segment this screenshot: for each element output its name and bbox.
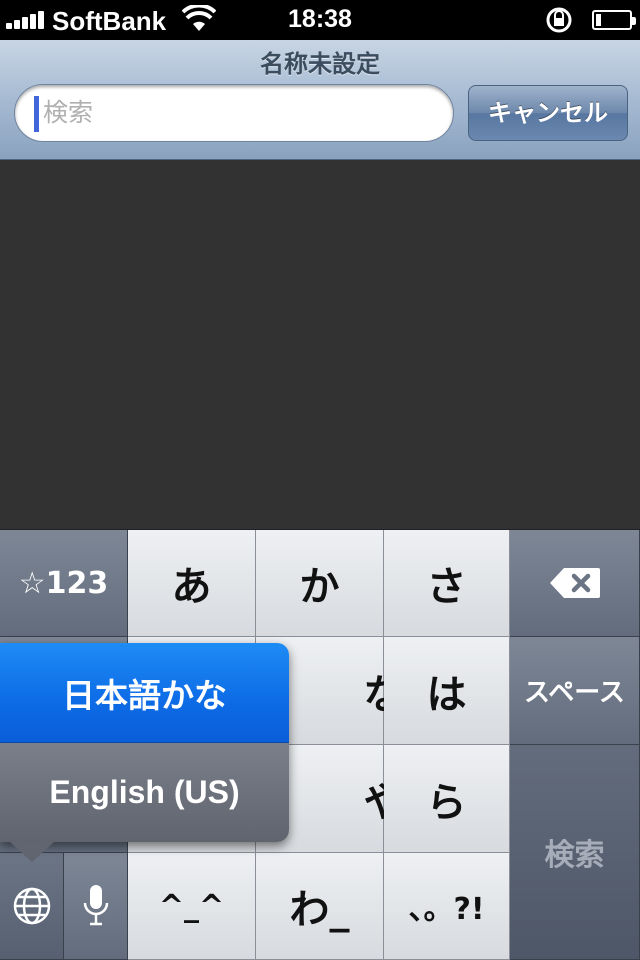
key-sa[interactable]: さ [384,530,510,637]
popup-pointer [10,842,54,862]
battery-icon [592,10,636,30]
microphone-icon [83,885,108,926]
status-bar: SoftBank 18:38 [0,0,640,40]
key-wa[interactable]: わ_ [256,853,384,960]
input-mode-popup: 日本語かな English (US) [0,643,289,842]
microphone-key[interactable] [64,853,128,960]
key-emoticon[interactable]: ^_^ [128,853,256,960]
search-key[interactable]: 検索 [510,745,640,960]
key-label: スペース [524,678,625,708]
key-label: か [299,564,340,610]
text-caret [34,96,39,132]
search-header: 名称未設定 キャンセル [0,40,640,160]
space-key[interactable]: スペース [510,637,640,745]
globe-icon [13,887,50,925]
key-ha[interactable]: は [384,637,510,745]
input-mode-japanese-kana[interactable]: 日本語かな [0,643,289,743]
input-mode-english-us[interactable]: English (US) [0,743,289,842]
key-label: 検索 [544,838,605,873]
key-a[interactable]: あ [128,530,256,637]
key-label: ☆123 [18,565,109,601]
key-label: ^_^ [158,888,225,924]
key-label: 、。?! [408,892,485,927]
key-label: さ [426,564,467,610]
key-label: は [426,671,467,718]
battery-level [596,14,601,26]
page-title: 名称未設定 [260,50,380,78]
search-input[interactable] [14,84,454,142]
key-ra[interactable]: ら [384,745,510,853]
results-area [0,160,640,529]
key-label: ら [426,779,467,826]
key-ka[interactable]: か [256,530,384,637]
key-label: わ_ [289,887,350,933]
key-punctuation[interactable]: 、。?! [384,853,510,960]
backspace-icon [549,568,600,598]
cancel-button[interactable]: キャンセル [468,85,628,141]
key-label: あ [171,564,212,610]
globe-key[interactable] [0,853,64,960]
rotation-lock-icon [546,7,572,33]
backspace-key[interactable] [510,530,640,637]
key-numbers[interactable]: ☆123 [0,530,128,637]
